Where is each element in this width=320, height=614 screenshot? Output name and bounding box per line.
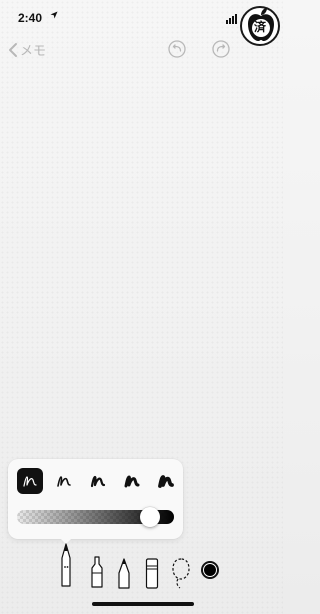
ink-color-swatch: [204, 564, 216, 576]
badge-label: 済: [253, 19, 266, 34]
location-arrow-icon: [50, 11, 58, 21]
stroke-option-1[interactable]: [17, 468, 43, 494]
undo-icon[interactable]: [168, 40, 186, 58]
stroke-option-4[interactable]: [119, 468, 145, 494]
chevron-left-icon: [9, 42, 17, 57]
stroke-option-2[interactable]: [51, 468, 77, 494]
cellular-signal-icon: [226, 14, 237, 24]
stroke-sample-icon: [23, 476, 37, 487]
stroke-sample-icon: [124, 475, 140, 488]
stroke-sample-icon: [90, 475, 106, 488]
status-time: 2:40: [18, 11, 43, 25]
stroke-option-5[interactable]: [153, 468, 179, 494]
marker-icon[interactable]: [88, 555, 106, 589]
badge: 済: [240, 6, 280, 46]
ink-color-picker[interactable]: [201, 561, 219, 579]
back-label: メモ: [20, 43, 47, 58]
lasso-icon[interactable]: [171, 557, 191, 589]
redo-icon[interactable]: [212, 40, 230, 58]
opacity-slider-thumb[interactable]: [140, 507, 161, 527]
stroke-sample-icon: [57, 476, 71, 487]
stroke-sample-icon: [158, 475, 174, 488]
home-indicator: [92, 602, 194, 606]
back-button[interactable]: メモ: [8, 40, 46, 59]
stroke-width-options: [17, 468, 179, 494]
stroke-option-3[interactable]: [85, 468, 111, 494]
note-title-placeholder: [88, 46, 158, 56]
stroke-popover: [8, 459, 183, 539]
pen-icon[interactable]: [57, 542, 75, 588]
pencil-icon[interactable]: [116, 557, 132, 589]
eraser-icon[interactable]: [144, 557, 160, 589]
